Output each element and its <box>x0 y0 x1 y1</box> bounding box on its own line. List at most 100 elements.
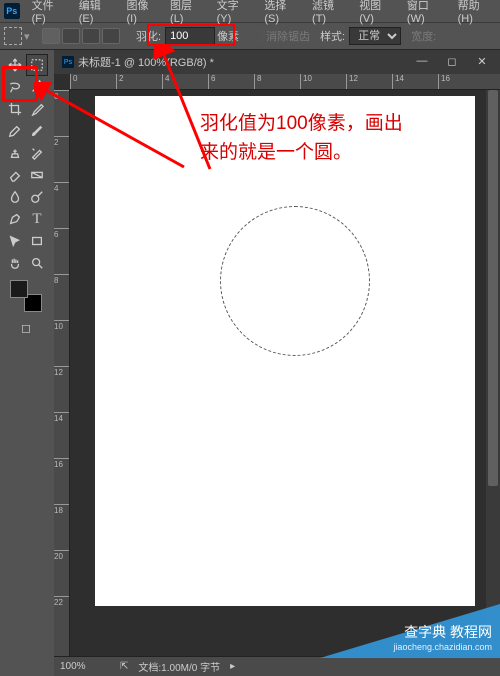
ruler-tick: 8 <box>54 274 70 285</box>
rectangular-marquee-tool[interactable] <box>26 54 48 76</box>
canvas[interactable]: 羽化值为100像素，画出 来的就是一个圆。 <box>95 96 475 606</box>
zoom-tool[interactable] <box>26 252 48 274</box>
style-label: 样式: <box>320 28 345 44</box>
ruler-tick: 12 <box>54 366 70 377</box>
foreground-color-swatch[interactable] <box>10 280 28 298</box>
feather-label: 羽化: <box>136 28 161 44</box>
menu-help[interactable]: 帮助(H) <box>452 0 500 25</box>
maximize-button[interactable]: ◻ <box>438 50 466 72</box>
horizontal-ruler: 0 2 4 6 8 10 12 14 16 <box>70 74 500 90</box>
ps-logo-icon: Ps <box>4 3 20 19</box>
ruler-tick: 10 <box>300 74 312 90</box>
eraser-tool[interactable] <box>4 164 26 186</box>
annotation-line2: 来的就是一个圆。 <box>200 139 403 168</box>
ruler-tick: 12 <box>346 74 358 90</box>
ruler-tick: 16 <box>54 458 70 469</box>
options-bar: ▾ 羽化: 像素 消除锯齿 样式: 正常 宽度: <box>0 22 500 50</box>
selection-intersect-icon[interactable] <box>102 28 120 44</box>
annotation-line1: 羽化值为100像素，画出 <box>200 110 403 139</box>
lasso-tool[interactable] <box>4 76 26 98</box>
menu-window[interactable]: 窗口(W) <box>401 0 452 25</box>
watermark-sub: jiaocheng.chazidian.com <box>393 642 492 652</box>
healing-brush-tool[interactable] <box>4 120 26 142</box>
type-tool[interactable]: T <box>26 208 48 230</box>
ruler-tick: 14 <box>392 74 404 90</box>
magic-wand-tool[interactable] <box>26 76 48 98</box>
expand-icon[interactable]: ⇱ <box>120 661 128 672</box>
menu-edit[interactable]: 编辑(E) <box>73 0 121 25</box>
document-tab[interactable]: Ps 未标题-1 @ 100%(RGB/8) * — ◻ ✕ <box>54 50 500 74</box>
selection-marquee-circle <box>220 206 370 356</box>
document-title: 未标题-1 @ 100%(RGB/8) * <box>78 54 214 70</box>
watermark-main: 查字典 教程网 <box>393 622 492 642</box>
ruler-tick: 2 <box>54 136 70 147</box>
clone-stamp-tool[interactable] <box>4 142 26 164</box>
ruler-tick: 2 <box>116 74 123 90</box>
selection-new-icon[interactable] <box>42 28 60 44</box>
document-area: Ps 未标题-1 @ 100%(RGB/8) * — ◻ ✕ 0 2 4 6 8… <box>54 50 500 676</box>
move-tool[interactable] <box>4 54 26 76</box>
menu-file[interactable]: 文件(F) <box>26 0 73 25</box>
feather-unit: 像素 <box>217 28 239 44</box>
style-select[interactable]: 正常 <box>349 27 401 45</box>
scrollbar-thumb[interactable] <box>488 90 498 486</box>
ruler-tick: 4 <box>162 74 169 90</box>
crop-tool[interactable] <box>4 98 26 120</box>
status-bar: 100% ⇱ 文档:1.00M/0 字节 ▸ <box>54 656 500 676</box>
history-brush-tool[interactable] <box>26 142 48 164</box>
menu-bar: Ps 文件(F) 编辑(E) 图像(I) 图层(L) 文字(Y) 选择(S) 滤… <box>0 0 500 22</box>
close-button[interactable]: ✕ <box>468 50 496 72</box>
blur-tool[interactable] <box>4 186 26 208</box>
minimize-button[interactable]: — <box>408 50 436 72</box>
ruler-tick: 6 <box>54 228 70 239</box>
ruler-tick: 4 <box>54 182 70 193</box>
width-label: 宽度: <box>411 28 436 44</box>
vertical-scrollbar[interactable] <box>486 90 500 656</box>
quick-mask-icon[interactable]: ◻ <box>15 318 37 338</box>
selection-mode-group <box>42 28 120 44</box>
selection-subtract-icon[interactable] <box>82 28 100 44</box>
pen-tool[interactable] <box>4 208 26 230</box>
ruler-tick: 18 <box>54 504 70 515</box>
ruler-tick: 0 <box>54 90 70 101</box>
selection-add-icon[interactable] <box>62 28 80 44</box>
annotation-text: 羽化值为100像素，画出 来的就是一个圆。 <box>200 110 403 167</box>
style-control: 样式: 正常 <box>320 27 401 45</box>
ruler-tick: 6 <box>208 74 215 90</box>
ruler-tick: 10 <box>54 320 70 331</box>
menu-view[interactable]: 视图(V) <box>353 0 401 25</box>
ruler-tick: 20 <box>54 550 70 561</box>
antialias-label: 消除锯齿 <box>266 28 310 44</box>
menu-layer[interactable]: 图层(L) <box>164 0 211 25</box>
eyedropper-tool[interactable] <box>26 98 48 120</box>
ruler-tick: 22 <box>54 596 70 607</box>
hand-tool[interactable] <box>4 252 26 274</box>
tool-preset-chevron-icon[interactable]: ▾ <box>24 30 34 43</box>
canvas-viewport[interactable]: 羽化值为100像素，画出 来的就是一个圆。 <box>70 90 500 656</box>
checkbox-icon <box>251 30 263 42</box>
main-area: T ◻ Ps 未标题-1 @ 100%(RGB/8) * — ◻ ✕ <box>0 50 500 676</box>
ps-tab-icon: Ps <box>62 56 74 68</box>
menu-type[interactable]: 文字(Y) <box>211 0 259 25</box>
ruler-tick: 14 <box>54 412 70 423</box>
watermark: 查字典 教程网 jiaocheng.chazidian.com <box>320 604 500 658</box>
antialias-checkbox: 消除锯齿 <box>251 28 310 44</box>
color-swatches[interactable] <box>10 280 42 312</box>
path-selection-tool[interactable] <box>4 230 26 252</box>
zoom-level[interactable]: 100% <box>60 661 110 672</box>
feather-control: 羽化: 像素 <box>132 25 251 47</box>
menu-image[interactable]: 图像(I) <box>120 0 164 25</box>
gradient-tool[interactable] <box>26 164 48 186</box>
rectangle-tool[interactable] <box>26 230 48 252</box>
feather-input[interactable] <box>165 27 215 45</box>
ruler-tick: 8 <box>254 74 261 90</box>
menu-select[interactable]: 选择(S) <box>258 0 306 25</box>
dodge-tool[interactable] <box>26 186 48 208</box>
brush-tool[interactable] <box>26 120 48 142</box>
toolbox: T ◻ <box>0 50 52 676</box>
ruler-tick: 16 <box>438 74 450 90</box>
menu-filter[interactable]: 滤镜(T) <box>306 0 353 25</box>
chevron-right-icon[interactable]: ▸ <box>230 661 235 672</box>
canvas-wrap: 0 2 4 6 8 10 12 14 16 18 20 22 羽化值为100像素… <box>54 90 500 656</box>
marquee-tool-icon[interactable] <box>4 27 22 45</box>
